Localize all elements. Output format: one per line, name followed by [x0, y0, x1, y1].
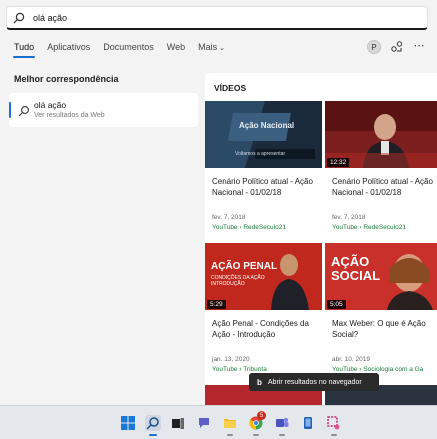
- tab-tudo[interactable]: Tudo: [12, 42, 36, 58]
- videos-section: VÍDEOS Ação Nacional Voltamos a apresent…: [205, 73, 437, 405]
- video-title[interactable]: Ação Penal - Condições da Ação - Introdu…: [212, 318, 318, 340]
- video-title[interactable]: Cenário Político atual - Ação Nacional -…: [212, 176, 318, 198]
- thumb-subcaption: Voltamos a apresentar: [235, 151, 286, 157]
- task-view-icon[interactable]: [170, 415, 186, 431]
- search-icon[interactable]: [145, 415, 161, 436]
- video-card[interactable]: AÇÃO PENAL CONDIÇÕES DA AÇÃO INTRODUÇÃO …: [205, 243, 325, 385]
- video-duration: 5:29: [207, 300, 226, 309]
- running-indicator: [253, 434, 259, 436]
- bing-icon: b: [257, 377, 262, 387]
- thumb-caption: AÇÃO PENAL: [211, 261, 278, 272]
- videos-heading: VÍDEOS: [214, 83, 247, 93]
- tab-web[interactable]: Web: [167, 42, 185, 52]
- running-indicator: [331, 434, 337, 436]
- tab-aplicativos[interactable]: Aplicativos: [47, 42, 90, 52]
- thumb-caption: AÇÃO SOCIAL: [331, 254, 381, 283]
- video-title[interactable]: Max Weber: O que é Ação Social?: [332, 318, 437, 340]
- video-source[interactable]: YouTube › RedeSeculo21: [212, 224, 286, 231]
- thumb-subcaption: CONDIÇÕES DA AÇÃO INTRODUÇÃO: [211, 275, 265, 287]
- video-duration: 5:05: [327, 300, 346, 309]
- video-date: fev. 7, 2018: [332, 214, 366, 221]
- tab-mais[interactable]: Mais ⌄: [198, 42, 225, 52]
- phone-icon[interactable]: [300, 415, 316, 431]
- best-match-subtitle: Ver resultados da Web: [34, 112, 105, 119]
- share-icon[interactable]: [390, 40, 404, 54]
- chevron-down-icon: ⌄: [219, 45, 225, 52]
- video-thumbnail[interactable]: AÇÃO PENAL CONDIÇÕES DA AÇÃO INTRODUÇÃO …: [205, 243, 322, 310]
- search-box[interactable]: olá ação: [6, 6, 428, 30]
- teams-icon[interactable]: [274, 415, 290, 436]
- video-thumbnail[interactable]: AÇÃO SOCIAL 5:05: [325, 243, 437, 310]
- file-explorer-icon[interactable]: [222, 415, 238, 436]
- video-date: fev. 7, 2018: [212, 214, 246, 221]
- best-match-heading: Melhor correspondência: [14, 74, 119, 84]
- tab-documentos[interactable]: Documentos: [103, 42, 154, 52]
- snipping-tool-icon[interactable]: [326, 415, 342, 436]
- selection-indicator: [9, 102, 11, 118]
- search-panel: olá ação Tudo Aplicativos Documentos Web…: [0, 0, 437, 405]
- running-indicator: [227, 434, 233, 436]
- video-card[interactable]: AÇÃO SOCIAL 5:05 Max Weber: O que é Ação…: [325, 243, 437, 385]
- running-indicator: [279, 434, 285, 436]
- thumb-caption: Ação Nacional: [239, 121, 295, 130]
- toast-text: Abrir resultados no navegador: [267, 378, 362, 386]
- thumbnail-image: [205, 101, 322, 168]
- video-source[interactable]: YouTube › RedeSeculo21: [332, 224, 406, 231]
- search-input[interactable]: olá ação: [33, 13, 67, 23]
- more-options-icon[interactable]: ⋯: [412, 40, 426, 54]
- active-indicator: [149, 434, 157, 436]
- video-duration: 12:32: [327, 158, 350, 167]
- video-source[interactable]: YouTube › Tribunta: [212, 366, 267, 373]
- open-in-browser-toast[interactable]: b Abrir resultados no navegador: [249, 373, 379, 391]
- notification-badge: 5: [257, 411, 266, 420]
- best-match-title: olá ação: [34, 100, 67, 110]
- tab-mais-label: Mais: [198, 42, 218, 52]
- search-icon: [18, 104, 30, 117]
- chrome-icon[interactable]: 5: [248, 411, 266, 436]
- video-source[interactable]: YouTube › Sociologia com a Ga: [332, 366, 423, 373]
- video-date: jan. 13, 2020: [212, 356, 250, 363]
- best-match-item[interactable]: olá ação Ver resultados da Web: [9, 93, 198, 127]
- taskbar: 5: [0, 405, 437, 439]
- filter-tabs: Tudo Aplicativos Documentos Web Mais ⌄: [12, 42, 238, 58]
- video-card[interactable]: Ação Nacional Voltamos a apresentar Cená…: [205, 101, 325, 243]
- video-date: abr. 10, 2019: [332, 356, 370, 363]
- video-thumbnail[interactable]: 12:32: [325, 101, 437, 168]
- search-icon: [13, 12, 25, 24]
- video-card[interactable]: 12:32 Cenário Político atual - Ação Naci…: [325, 101, 437, 243]
- avatar[interactable]: P: [367, 40, 381, 54]
- windows-start-icon[interactable]: [120, 415, 136, 431]
- chat-icon[interactable]: [196, 415, 212, 431]
- video-thumbnail[interactable]: Ação Nacional Voltamos a apresentar: [205, 101, 322, 168]
- video-title[interactable]: Cenário Político atual - Ação Nacional -…: [332, 176, 437, 198]
